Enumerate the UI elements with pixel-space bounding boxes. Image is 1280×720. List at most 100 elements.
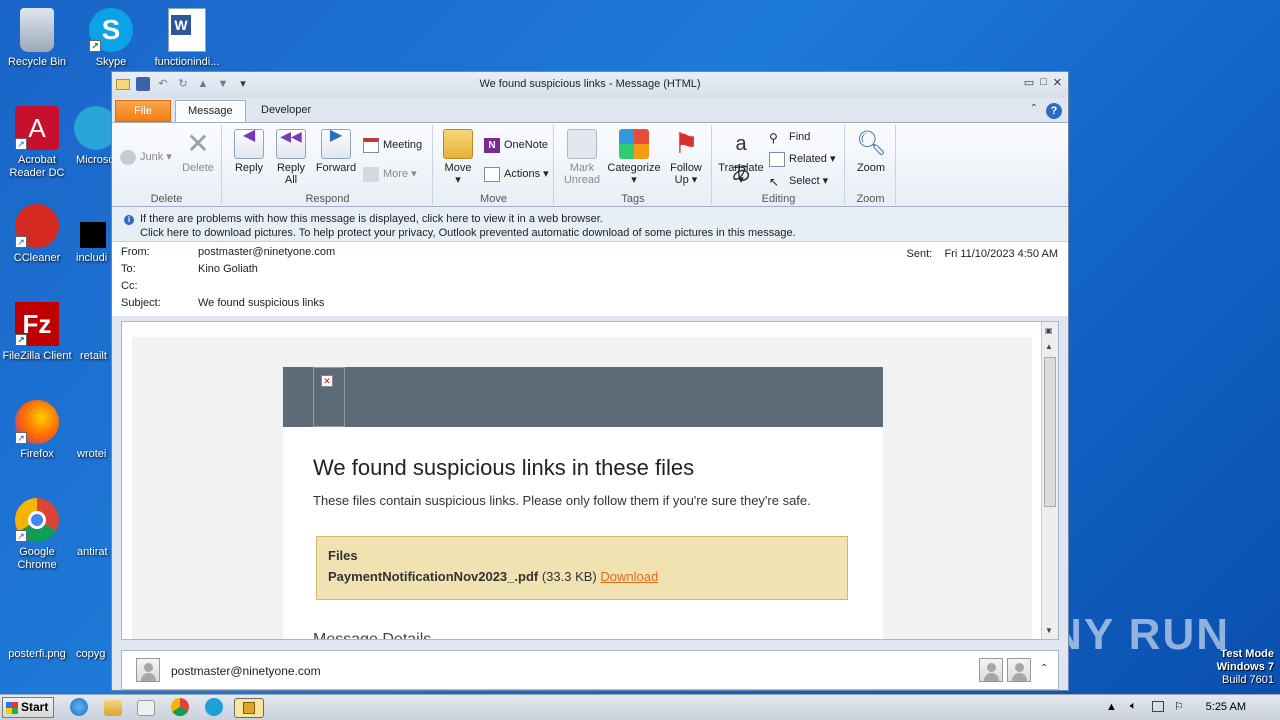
follow-up-button[interactable]: ⚑ Follow Up ▾: [665, 129, 707, 187]
group-move: Move ▾ N OneNote Actions ▾ Move: [434, 125, 554, 205]
select-button[interactable]: ↖ Select ▾: [769, 173, 828, 191]
desktop-icon-skype[interactable]: S ↗ Skype: [74, 8, 148, 69]
blank-file-icon: [74, 498, 112, 542]
clock[interactable]: 5:25 AM: [1206, 701, 1246, 713]
onenote-label: OneNote: [504, 139, 549, 151]
word-document-icon: W: [168, 8, 206, 52]
desktop-icon-antirat[interactable]: antirat: [74, 498, 112, 559]
junk-label: Junk: [140, 151, 164, 163]
group-tags: Mark Unread Categorize ▾ ⚑ Follow Up ▾ Ta…: [555, 125, 712, 205]
contact-avatar-2[interactable]: [1007, 658, 1031, 682]
actions-button[interactable]: Actions ▾: [484, 166, 549, 184]
info-line-pictures[interactable]: Click here to download pictures. To help…: [140, 226, 1068, 240]
test-mode-line2: Windows 7: [1216, 661, 1274, 673]
tab-file[interactable]: File: [115, 100, 171, 122]
vertical-scrollbar[interactable]: ▣ ▲ ▼: [1041, 322, 1058, 639]
reply-button[interactable]: ◀ Reply: [229, 128, 269, 174]
desktop-icon-ccleaner[interactable]: ↗ CCleaner: [0, 204, 74, 265]
onenote-button[interactable]: N OneNote: [484, 137, 548, 155]
forward-button[interactable]: ▶ Forward: [313, 128, 359, 175]
tab-message[interactable]: Message: [175, 100, 246, 122]
actions-label: Actions: [504, 168, 541, 180]
maximize-icon[interactable]: □: [1040, 76, 1047, 89]
delete-button[interactable]: ✕ Delete: [178, 129, 218, 175]
outlook-taskbar-icon[interactable]: [234, 698, 264, 718]
close-icon[interactable]: ✕: [1053, 76, 1062, 89]
desktop-icon-chrome[interactable]: ↗ Google Chrome: [0, 498, 74, 572]
sent-value: Fri 11/10/2023 4:50 AM: [944, 248, 1058, 260]
to-value[interactable]: Kino Goliath: [198, 263, 258, 275]
chrome-taskbar-icon[interactable]: [171, 698, 189, 716]
network-icon[interactable]: [1152, 701, 1164, 712]
reply-all-button[interactable]: ◀◀ Reply All: [271, 129, 311, 186]
junk-button[interactable]: Junk ▾: [120, 149, 172, 167]
tab-developer[interactable]: Developer: [249, 100, 323, 122]
group-label-tags: Tags: [621, 193, 645, 205]
info-bar[interactable]: i If there are problems with how this me…: [112, 207, 1068, 242]
desktop-icon-edge[interactable]: Microso: [74, 106, 112, 167]
move-label: Move: [444, 162, 472, 174]
more-label: More: [383, 168, 409, 180]
info-icon: i: [124, 215, 134, 225]
desktop-icon-recycle-bin[interactable]: Recycle Bin: [0, 8, 74, 69]
desktop-icon-filezilla[interactable]: Fz ↗ FileZilla Client: [0, 302, 74, 363]
scroll-thumb[interactable]: [1044, 357, 1056, 507]
delete-label: Delete: [182, 162, 214, 174]
sender-avatar: [136, 658, 160, 682]
email-background: ✕ We found suspicious links in these fil…: [132, 337, 1032, 639]
reply-all-label-2: All: [284, 174, 298, 186]
desktop-icon-retail[interactable]: retailt: [74, 302, 112, 363]
desktop-icon-acrobat[interactable]: A ↗ Acrobat Reader DC: [0, 106, 74, 180]
select-label: Select: [789, 175, 820, 187]
window-title: We found suspicious links - Message (HTM…: [479, 78, 701, 90]
explorer-folder-icon[interactable]: [104, 700, 122, 716]
minimize-icon[interactable]: ▭: [1024, 76, 1034, 89]
desktop-icon-include[interactable]: includi: [74, 204, 112, 265]
desktop-icon-copyg[interactable]: copyg: [74, 600, 112, 661]
follow-up-label-2: Up: [674, 174, 689, 186]
title-bar[interactable]: ↶ ↻ ▲ ▼ ▾ We found suspicious links - Me…: [112, 72, 1068, 98]
download-link[interactable]: Download: [600, 569, 658, 584]
categorize-button[interactable]: Categorize ▾: [605, 129, 663, 186]
mark-unread-button[interactable]: Mark Unread: [561, 129, 603, 186]
info-line-browser[interactable]: If there are problems with how this mess…: [140, 212, 1068, 226]
categorize-icon: [619, 129, 649, 159]
message-body[interactable]: ✕ We found suspicious links in these fil…: [121, 321, 1059, 640]
media-player-icon[interactable]: [137, 700, 155, 716]
more-button[interactable]: More ▾: [363, 166, 417, 184]
actions-icon: [484, 167, 500, 182]
cc-label: Cc:: [121, 280, 138, 292]
scroll-zoom-icon[interactable]: ▣: [1045, 326, 1053, 335]
email-heading: We found suspicious links in these files: [313, 455, 695, 480]
move-button[interactable]: Move ▾: [440, 129, 476, 186]
scroll-up-icon[interactable]: ▲: [1045, 342, 1053, 351]
contact-avatar-1[interactable]: [979, 658, 1003, 682]
related-button[interactable]: Related ▾: [769, 151, 836, 169]
move-folder-icon: [443, 129, 473, 159]
zoom-button[interactable]: 🔍︎ Zoom: [850, 129, 892, 174]
binoculars-icon: ⚲: [769, 131, 778, 145]
speaker-icon[interactable]: 🔈︎: [1130, 700, 1137, 713]
file-size: (33.3 KB): [541, 569, 597, 584]
desktop-icon-wrote[interactable]: wrotei: [74, 400, 112, 461]
desktop-icon-posterfi[interactable]: posterfi.png: [0, 600, 74, 661]
expand-people-pane-icon[interactable]: ⌃: [1040, 663, 1048, 674]
people-pane-sender[interactable]: postmaster@ninetyone.com: [171, 664, 321, 678]
start-button[interactable]: Start: [2, 697, 54, 718]
find-button[interactable]: ⚲ Find: [769, 129, 810, 147]
edge-taskbar-icon[interactable]: [205, 698, 223, 716]
from-value[interactable]: postmaster@ninetyone.com: [198, 246, 335, 258]
skype-icon: S ↗: [89, 8, 133, 52]
help-icon[interactable]: ?: [1046, 103, 1062, 119]
internet-explorer-icon[interactable]: [70, 698, 88, 716]
show-hidden-icons-icon[interactable]: ▲: [1106, 701, 1117, 713]
translate-button[interactable]: aあ Translate ▾: [715, 129, 767, 186]
blocked-image[interactable]: ✕: [313, 367, 345, 427]
desktop-icon-firefox[interactable]: ↗ Firefox: [0, 400, 74, 461]
action-center-flag-icon[interactable]: ⚐: [1174, 700, 1184, 713]
collapse-ribbon-icon[interactable]: ⌃: [1030, 103, 1038, 119]
meeting-button[interactable]: Meeting: [363, 137, 422, 155]
desktop-icon-word-doc[interactable]: W functionindi...: [150, 8, 224, 69]
scroll-down-icon[interactable]: ▼: [1045, 626, 1053, 635]
test-mode-notice: Test Mode Windows 7 Build 7601: [1217, 648, 1274, 687]
